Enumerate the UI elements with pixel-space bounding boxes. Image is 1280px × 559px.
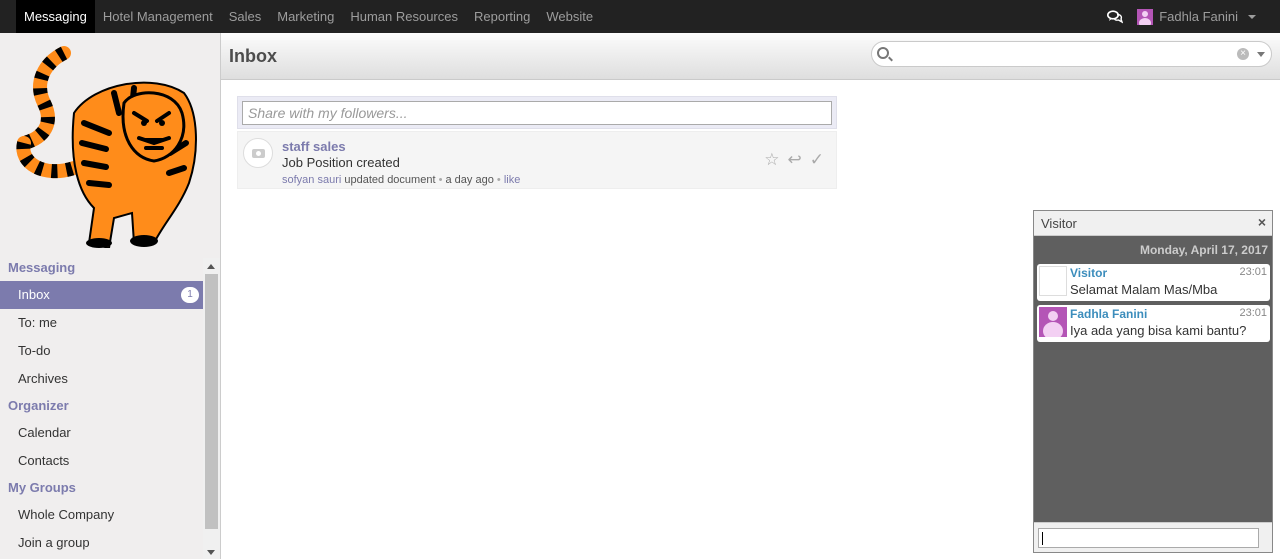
chat-time: 23:01	[1239, 307, 1267, 319]
sidebar-item-to-do[interactable]: To-do	[0, 337, 203, 365]
star-icon[interactable]: ☆	[764, 150, 779, 170]
close-icon[interactable]: ×	[1258, 214, 1266, 230]
avatar	[1039, 307, 1067, 337]
chat-sender: Fadhla Fanini	[1070, 307, 1148, 321]
section-heading-messaging: Messaging	[8, 260, 76, 275]
chat-window: Visitor × Monday, April 17, 2017 Visitor…	[1033, 210, 1273, 553]
chat-title: Visitor	[1041, 216, 1077, 231]
chat-input-area	[1034, 522, 1272, 552]
left-sidebar: Messaging Inbox 1 To: me To-do Archives …	[0, 33, 221, 559]
page-title: Inbox	[229, 46, 277, 66]
scroll-thumb[interactable]	[205, 274, 218, 529]
meta-separator: •	[438, 174, 443, 186]
chat-date: Monday, April 17, 2017	[1139, 243, 1268, 257]
message-action: updated document	[344, 174, 436, 186]
chat-message: Visitor 23:01 Selamat Malam Mas/Mba	[1037, 264, 1270, 301]
inbox-count-badge: 1	[181, 287, 199, 303]
avatar	[1039, 266, 1067, 296]
topnav-sales[interactable]: Sales	[221, 0, 270, 33]
page-header: Inbox ×	[221, 33, 1280, 80]
topbar-right: Fadhla Fanini	[1107, 0, 1256, 33]
sidebar-menu: Messaging Inbox 1 To: me To-do Archives …	[0, 255, 203, 557]
sidebar-scrollbar[interactable]	[203, 258, 220, 559]
topnav-reporting[interactable]: Reporting	[466, 0, 538, 33]
tiger-logo	[16, 46, 197, 248]
user-menu[interactable]: Fadhla Fanini	[1137, 8, 1256, 25]
chat-text: Iya ada yang bisa kami bantu?	[1070, 323, 1247, 338]
message-meta: sofyan sauri updated document • a day ag…	[282, 174, 520, 186]
camera-icon	[252, 149, 265, 158]
like-link[interactable]: like	[504, 174, 521, 186]
topnav-marketing[interactable]: Marketing	[269, 0, 342, 33]
section-heading-my-groups: My Groups	[8, 480, 76, 495]
chat-bubbles-icon[interactable]	[1107, 9, 1124, 24]
scroll-down-icon[interactable]	[207, 550, 215, 555]
top-menu: Messaging Hotel Management Sales Marketi…	[0, 0, 601, 33]
message-avatar	[243, 138, 273, 168]
search-input[interactable]	[894, 45, 1224, 63]
search-options-chevron-icon[interactable]	[1257, 52, 1265, 57]
clear-search-icon[interactable]: ×	[1237, 48, 1249, 60]
chat-time: 23:01	[1239, 266, 1267, 278]
topnav-messaging[interactable]: Messaging	[16, 0, 95, 33]
message-time: a day ago	[445, 174, 494, 186]
text-cursor	[1042, 532, 1043, 545]
sidebar-item-whole-company[interactable]: Whole Company	[0, 501, 203, 529]
chat-sender: Visitor	[1070, 266, 1108, 280]
sidebar-item-to-me[interactable]: To: me	[0, 309, 203, 337]
topnav-website[interactable]: Website	[538, 0, 601, 33]
check-icon[interactable]: ✓	[810, 150, 824, 170]
sidebar-item-inbox[interactable]: Inbox 1	[0, 281, 203, 309]
top-navbar: Messaging Hotel Management Sales Marketi…	[0, 0, 1280, 33]
user-name: Fadhla Fanini	[1159, 9, 1238, 24]
message-title[interactable]: staff sales	[282, 139, 346, 154]
section-heading-organizer: Organizer	[8, 398, 69, 413]
reply-icon[interactable]: ↩	[788, 150, 802, 170]
sidebar-item-calendar[interactable]: Calendar	[0, 419, 203, 447]
message-body: Job Position created	[282, 155, 400, 170]
topnav-human-resources[interactable]: Human Resources	[342, 0, 466, 33]
sidebar-item-join-a-group[interactable]: Join a group	[0, 529, 203, 557]
search-icon	[877, 47, 889, 59]
sidebar-item-label: Inbox	[18, 287, 50, 302]
meta-separator: •	[496, 174, 501, 186]
sidebar-item-contacts[interactable]: Contacts	[0, 447, 203, 475]
message-item: staff sales Job Position created sofyan …	[237, 131, 837, 189]
scroll-up-icon[interactable]	[207, 264, 215, 269]
search-box[interactable]: ×	[871, 41, 1272, 67]
user-avatar	[1137, 8, 1154, 25]
chat-input[interactable]	[1038, 528, 1259, 548]
chevron-down-icon	[1248, 14, 1256, 19]
share-composer: Share with my followers...	[237, 96, 837, 129]
sidebar-item-archives[interactable]: Archives	[0, 365, 203, 393]
message-actions: ☆ ↩ ✓	[764, 150, 824, 170]
chat-message: Fadhla Fanini 23:01 Iya ada yang bisa ka…	[1037, 305, 1270, 342]
message-author[interactable]: sofyan sauri	[282, 174, 341, 186]
topnav-hotel-management[interactable]: Hotel Management	[95, 0, 221, 33]
share-input[interactable]: Share with my followers...	[242, 101, 832, 125]
chat-text: Selamat Malam Mas/Mba	[1070, 282, 1218, 297]
chat-header[interactable]: Visitor ×	[1034, 211, 1272, 236]
